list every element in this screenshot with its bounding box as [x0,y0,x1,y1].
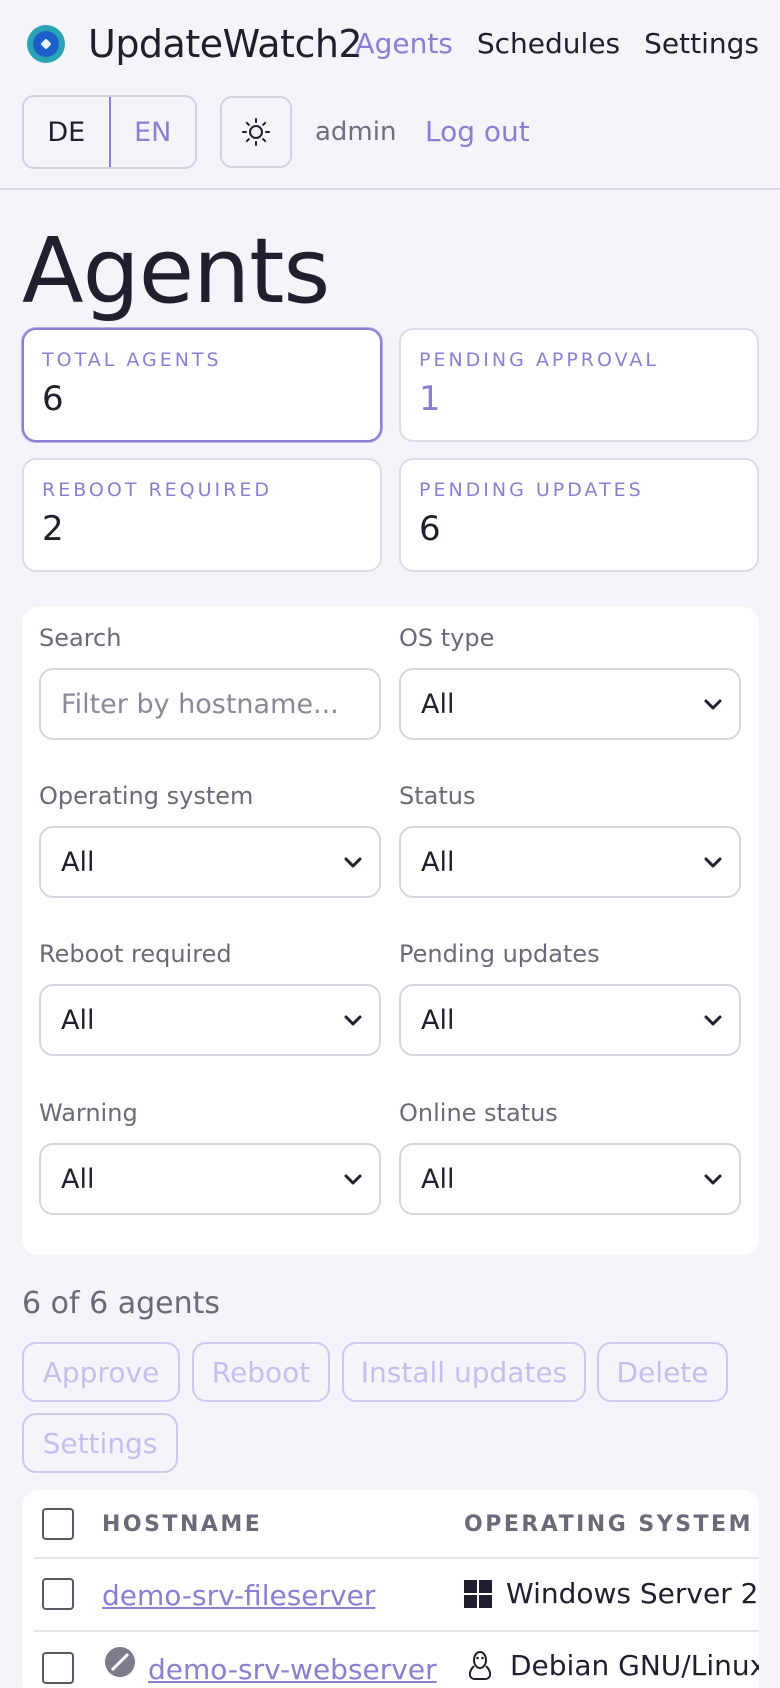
os-type-value: All [421,688,455,720]
stat-label: PENDING APPROVAL [419,349,659,371]
search-input[interactable]: Filter by hostname... [39,668,381,740]
stat-reboot-required[interactable]: REBOOT REQUIRED 2 [22,458,382,572]
online-status-value: All [421,1163,455,1195]
hostname-link[interactable]: demo-srv-webserver [148,1650,437,1688]
nav-agents[interactable]: Agents [355,24,452,64]
reboot-required-value: All [61,1004,95,1036]
lang-en-button[interactable]: EN [108,97,195,167]
pending-updates-field: Pending updates All [399,938,741,1056]
row-checkbox[interactable] [42,1652,74,1684]
stat-value: 6 [419,509,441,549]
row-divider [34,1557,759,1559]
status-field: Status All [399,780,741,898]
online-status-select[interactable]: All [399,1143,741,1215]
theme-toggle-button[interactable] [220,96,292,168]
reboot-required-select[interactable]: All [39,984,381,1056]
stat-pending-updates[interactable]: PENDING UPDATES 6 [399,458,759,572]
status-select[interactable]: All [399,826,741,898]
os-name: Debian GNU/Linux [510,1649,759,1682]
main-nav: Agents Schedules Settings [355,24,759,64]
nav-schedules[interactable]: Schedules [477,24,620,64]
operating-system-select[interactable]: All [39,826,381,898]
language-switcher: DE EN [22,95,197,169]
chevron-down-icon [704,1174,722,1185]
status-value: All [421,846,455,878]
filter-panel: Search Filter by hostname... OS type All… [22,607,759,1255]
nav-settings[interactable]: Settings [644,24,759,64]
stat-value: 1 [419,379,441,419]
operating-system-field: Operating system All [39,780,381,898]
chevron-down-icon [704,1015,722,1026]
os-type-select[interactable]: All [399,668,741,740]
logout-link[interactable]: Log out [425,112,530,152]
reboot-button[interactable]: Reboot [192,1342,330,1402]
operating-system-label: Operating system [39,782,254,810]
delete-button[interactable]: Delete [597,1342,728,1402]
approve-button[interactable]: Approve [22,1342,180,1402]
app-logo-icon [27,25,65,63]
stat-total-agents[interactable]: TOTAL AGENTS 6 [22,328,382,442]
sun-icon [242,118,270,146]
app-title: UpdateWatch2 [88,22,363,66]
pending-updates-value: All [421,1004,455,1036]
install-updates-button[interactable]: Install updates [342,1342,586,1402]
chevron-down-icon [344,1015,362,1026]
linux-penguin-icon [468,1651,492,1680]
stat-pending-approval[interactable]: PENDING APPROVAL 1 [399,328,759,442]
agents-table: HOSTNAME OPERATING SYSTEM demo-srv-files… [22,1490,759,1688]
online-status-field: Online status All [399,1097,741,1215]
status-label: Status [399,782,476,810]
stat-label: REBOOT REQUIRED [42,479,272,501]
chevron-down-icon [704,857,722,868]
chevron-down-icon [344,857,362,868]
online-status-label: Online status [399,1099,558,1127]
operating-system-value: All [61,846,95,878]
os-type-label: OS type [399,624,495,652]
stat-label: PENDING UPDATES [419,479,644,501]
row-divider [34,1630,759,1632]
pending-updates-select[interactable]: All [399,984,741,1056]
lang-de-button[interactable]: DE [24,97,109,167]
stat-value: 2 [42,509,64,549]
os-type-field: OS type All [399,622,741,740]
pending-updates-label: Pending updates [399,940,600,968]
column-header-operating-system[interactable]: OPERATING SYSTEM [464,1510,753,1540]
warning-label: Warning [39,1099,138,1127]
column-header-hostname[interactable]: HOSTNAME [102,1510,262,1540]
chevron-down-icon [704,699,722,710]
select-all-checkbox[interactable] [42,1508,74,1540]
current-user: admin [315,117,397,147]
stat-value: 6 [42,379,64,419]
reboot-required-label: Reboot required [39,940,232,968]
disabled-icon [105,1647,135,1677]
stat-label: TOTAL AGENTS [42,349,222,371]
chevron-down-icon [344,1174,362,1185]
settings-button[interactable]: Settings [22,1413,178,1473]
reboot-required-field: Reboot required All [39,938,381,1056]
windows-icon [464,1580,492,1608]
search-label: Search [39,624,122,652]
results-count: 6 of 6 agents [22,1286,220,1321]
warning-value: All [61,1163,95,1195]
row-checkbox[interactable] [42,1578,74,1610]
search-field: Search Filter by hostname... [39,622,381,740]
warning-field: Warning All [39,1097,381,1215]
header-divider [0,188,780,190]
hostname-link[interactable]: demo-srv-fileserver [102,1576,375,1616]
page-title: Agents [22,219,330,324]
os-name: Windows Server 20 [506,1577,759,1610]
warning-select[interactable]: All [39,1143,381,1215]
